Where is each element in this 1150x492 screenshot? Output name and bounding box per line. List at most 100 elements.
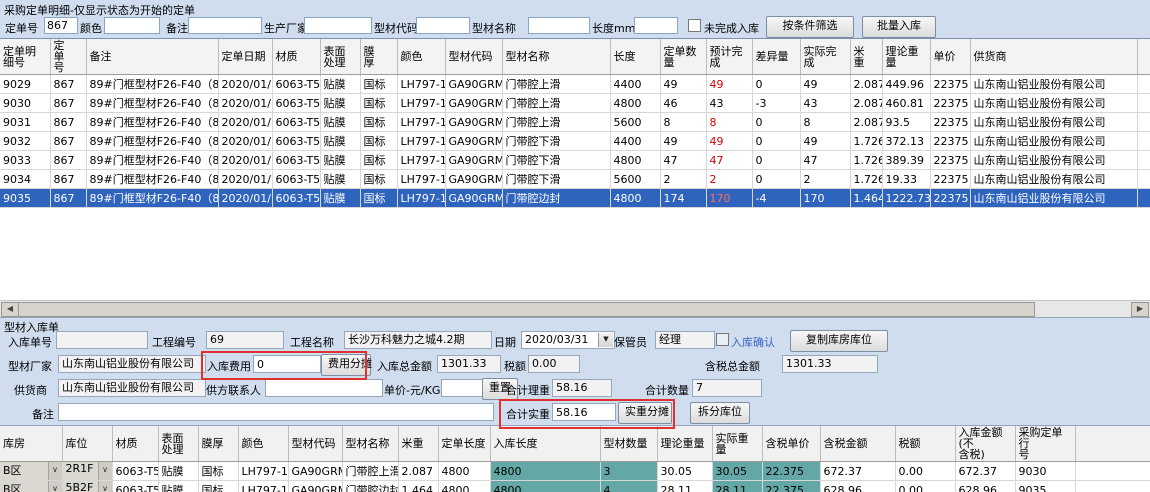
cell[interactable]: 门带腔边封 [502,189,610,208]
column-header[interactable]: 差异量 [752,39,800,75]
inbound-fee-input[interactable] [253,355,321,373]
column-header[interactable]: 备注 [86,39,218,75]
cell[interactable] [1075,481,1150,492]
cell[interactable]: 贴膜 [320,151,360,170]
column-header[interactable]: 型材名称 [502,39,610,75]
factory-field[interactable]: 山东南山铝业股份有限公司 [58,355,206,373]
total-actual-weight-input[interactable] [552,403,616,421]
dropdown-arrow-icon[interactable]: ∨ [48,462,62,480]
color-input[interactable] [104,17,160,34]
cell[interactable]: B区∨ [0,481,62,492]
cell[interactable]: LH797-1LL0 [397,151,445,170]
cell[interactable]: 867 [50,170,86,189]
cell[interactable]: 49 [706,75,752,94]
inbound-no-field[interactable] [56,331,148,349]
cell[interactable]: 2.087 [398,462,438,481]
order-row[interactable]: 903286789#门框型材F26-F40（866+867）2020/01/13… [0,132,1150,151]
cell[interactable]: 43 [800,94,850,113]
total-theory-weight-field[interactable]: 58.16 [552,379,612,397]
cell[interactable]: 89#门框型材F26-F40（866+867） [86,75,218,94]
column-header[interactable]: 米 重 [850,39,882,75]
cell[interactable]: 国标 [360,94,397,113]
cell[interactable]: 0 [752,132,800,151]
date-field[interactable]: 2020/03/31 ▼ [521,331,615,349]
cell[interactable]: 5600 [610,113,660,132]
cell[interactable] [1137,132,1150,151]
cell[interactable]: 3 [600,462,657,481]
cell[interactable]: 93.5 [882,113,930,132]
cell[interactable]: 9029 [0,75,50,94]
cell[interactable]: 山东南山铝业股份有限公司 [970,170,1137,189]
cell[interactable]: 2R1F∨ [62,462,112,481]
cell[interactable]: 2020/01/13 [218,151,272,170]
column-header[interactable]: 库房 [0,426,62,462]
cell[interactable]: 6063-T5 [272,170,320,189]
column-header[interactable]: 定 单 号 [50,39,86,75]
cell[interactable]: 山东南山铝业股份有限公司 [970,132,1137,151]
column-header[interactable]: 定单明 细号 [0,39,50,75]
cell[interactable]: 2 [660,170,706,189]
cell[interactable]: 山东南山铝业股份有限公司 [970,113,1137,132]
column-header[interactable]: 表面 处理 [158,426,198,462]
cell[interactable]: 170 [800,189,850,208]
cell[interactable] [1137,75,1150,94]
column-header[interactable]: 定单数 量 [660,39,706,75]
cell[interactable]: 国标 [360,170,397,189]
cell[interactable]: 6063-T5 [112,462,158,481]
column-header[interactable]: 理论重 量 [882,39,930,75]
cell[interactable]: 22375 [930,170,970,189]
cell[interactable]: 2020/01/13 [218,189,272,208]
column-header[interactable]: 定单日期 [218,39,272,75]
cell[interactable]: 89#门框型材F26-F40（866+867） [86,94,218,113]
order-row[interactable]: 903586789#门框型材F26-F40（866+867）2020/01/13… [0,189,1150,208]
cell[interactable]: 22375 [930,113,970,132]
cell[interactable]: 389.39 [882,151,930,170]
cell[interactable]: LH797-1LL0 [238,481,288,492]
column-header[interactable]: 材质 [272,39,320,75]
cell[interactable]: 22375 [930,75,970,94]
cell[interactable]: 9031 [0,113,50,132]
cell[interactable]: GA90GRM05 [445,189,502,208]
cell[interactable]: 867 [50,94,86,113]
cell[interactable]: 4800 [490,462,600,481]
cell[interactable]: 4800 [490,481,600,492]
cell[interactable]: 2020/01/13 [218,94,272,113]
column-header[interactable]: 实际重量 [712,426,762,462]
cell[interactable]: 867 [50,75,86,94]
column-header[interactable]: 材质 [112,426,158,462]
cell[interactable]: 贴膜 [320,94,360,113]
cell[interactable]: 6063-T5 [272,189,320,208]
cell[interactable]: 30.05 [657,462,712,481]
batch-inbound-button[interactable]: 批量入库 [862,16,936,38]
cell[interactable]: 9030 [0,94,50,113]
cell[interactable]: 89#门框型材F26-F40（866+867） [86,132,218,151]
total-amount-field[interactable]: 1301.33 [437,355,501,373]
cell[interactable]: 门带腔下滑 [502,132,610,151]
cell[interactable]: GA90GRM04 [445,151,502,170]
cell[interactable]: 0.00 [895,481,955,492]
cell[interactable]: 4800 [610,189,660,208]
cell[interactable]: 1.726 [850,132,882,151]
order-no-input[interactable] [44,17,78,34]
cell[interactable]: 国标 [360,151,397,170]
cell[interactable]: 8 [800,113,850,132]
cell[interactable]: 22375 [930,151,970,170]
cell[interactable]: GA90GRM04 [445,132,502,151]
order-row[interactable]: 902986789#门框型材F26-F40（866+867）2020/01/13… [0,75,1150,94]
cell[interactable]: 山东南山铝业股份有限公司 [970,189,1137,208]
cell[interactable]: 4800 [438,462,490,481]
inbound-remark-input[interactable] [58,403,494,421]
cell[interactable]: 1.464 [398,481,438,492]
profile-name-input[interactable] [528,17,590,34]
manufacturer-input[interactable] [304,17,372,34]
copy-location-button[interactable]: 复制库房库位 [790,330,888,352]
cell[interactable]: 山东南山铝业股份有限公司 [970,75,1137,94]
cell[interactable]: LH797-1LL0 [397,170,445,189]
cell[interactable]: 867 [50,132,86,151]
cell[interactable]: 2 [706,170,752,189]
cell[interactable]: GA90GRM03 [445,75,502,94]
column-header[interactable]: 颜色 [397,39,445,75]
cell[interactable]: 门带腔下滑 [502,151,610,170]
cell[interactable]: 6063-T5 [272,75,320,94]
horizontal-scrollbar[interactable]: ◀ ▶ [0,300,1150,317]
